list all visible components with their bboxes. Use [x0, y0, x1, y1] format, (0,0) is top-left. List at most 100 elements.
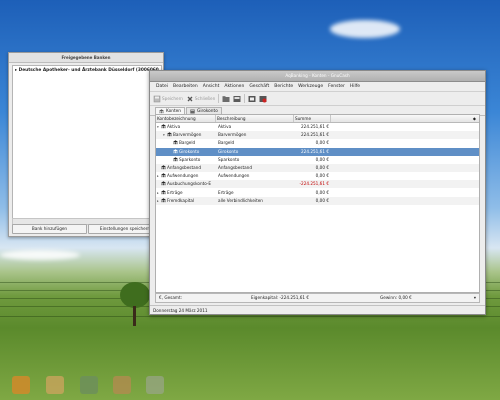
dock-folder-icon[interactable] [46, 376, 64, 394]
account-description: Girokonto [218, 148, 239, 154]
account-name: Bargeld [179, 140, 196, 146]
summary-equity: Eigenkapital: -224.251,61 € [251, 295, 310, 300]
account-name: Barvermögen [173, 132, 202, 138]
account-sum: 0,00 € [315, 197, 329, 203]
dock-chart-icon[interactable] [80, 376, 98, 394]
account-icon [161, 173, 166, 178]
account-name: Aufwendungen [167, 173, 199, 179]
menu-bearbeiten[interactable]: Bearbeiten [173, 84, 198, 89]
account-description: Barvermögen [218, 132, 247, 138]
table-row[interactable]: Anfangsbestand Anfangsbestand 0,00 € [156, 164, 479, 172]
account-name-cell[interactable]: Ausbuchungskonto-E [157, 180, 215, 188]
account-description: Bargeld [218, 140, 235, 146]
account-name-cell[interactable]: ▸ Aufwendungen [157, 172, 215, 180]
account-sum: 0,00 € [315, 140, 329, 146]
save-icon [153, 95, 161, 102]
menu-werkzeuge[interactable]: Werkzeuge [298, 84, 323, 89]
window-title: AqBanking - Konten - GnuCash [150, 71, 485, 82]
account-name-cell[interactable]: Bargeld [169, 139, 215, 147]
open-folder-button[interactable] [222, 95, 230, 103]
table-row[interactable]: Sparkonto Sparkonto 0,00 € [156, 156, 479, 164]
column-header-description[interactable]: Beschreibung [216, 115, 294, 122]
table-row[interactable]: Girokonto Girokonto 224.251,61 € [156, 147, 479, 156]
account-name-cell[interactable]: Sparkonto [169, 156, 215, 164]
account-name: Anfangsbestand [167, 165, 201, 170]
new-account-button[interactable] [248, 95, 256, 103]
account-icon [161, 189, 166, 194]
folder-icon [222, 95, 230, 102]
close-toolbar-button[interactable]: Schließen [186, 95, 215, 103]
dock-settings-icon[interactable] [146, 376, 164, 394]
table-row[interactable]: ▸ Fremdkapital alle Verbindlichkeiten 0,00 … [156, 196, 479, 205]
menu-ansicht[interactable]: Ansicht [203, 84, 220, 89]
account-description: alle Verbindlichkeiten [218, 197, 263, 203]
account-name-cell[interactable]: ▾ Aktiva [157, 123, 215, 131]
table-header: Kontobezeichnung Beschreibung Summe ◆ [156, 115, 479, 123]
account-icon [161, 198, 166, 202]
account-name: Fremdkapital [167, 197, 195, 203]
toolbar: Speichern Schließen [150, 92, 485, 106]
menu-datei[interactable]: Datei [156, 84, 168, 89]
menu-bar: Datei Bearbeiten Ansicht Aktionen Geschä… [150, 82, 485, 92]
menu-berichte[interactable]: Berichte [274, 84, 293, 89]
dock [0, 372, 175, 400]
table-row[interactable]: ▾ Barvermögen Barvermögen 224.251,61 € [156, 131, 479, 140]
bank-list[interactable]: ▸ Deutsche Apotheker- und Ärztebank Düss… [12, 65, 162, 219]
add-bank-button[interactable]: Bank hinzufügen [12, 224, 87, 234]
column-chooser-icon[interactable]: ◆ [473, 115, 476, 122]
dock-calculator-icon[interactable] [113, 376, 131, 394]
account-icon [161, 181, 166, 186]
account-sum: -224.251,61 € [299, 181, 329, 187]
delete-icon [259, 95, 267, 102]
account-description: Aufwendungen [218, 173, 250, 179]
account-description: Sparkonto [218, 156, 240, 162]
account-name-cell[interactable]: ▾ Barvermögen [163, 131, 215, 139]
edit-icon [233, 95, 241, 102]
account-description: Aktiva [218, 124, 232, 129]
menu-geschaeft[interactable]: Geschäft [249, 84, 269, 89]
edit-button[interactable] [233, 95, 241, 103]
menu-hilfe[interactable]: Hilfe [350, 84, 360, 89]
summary-dropdown-icon[interactable]: ▾ [474, 294, 476, 302]
account-name: Sparkonto [179, 156, 201, 162]
account-name: Erträge [167, 189, 183, 195]
account-icon [173, 157, 178, 161]
account-name-cell[interactable]: ▸ Fremdkapital [157, 197, 215, 205]
account-name-cell[interactable]: Girokonto [169, 148, 215, 156]
dock-app-icon[interactable] [12, 376, 30, 394]
account-name: Aktiva [167, 124, 181, 129]
account-name-cell[interactable]: ▸ Erträge [157, 189, 215, 197]
account-sum: 224.251,61 € [301, 132, 329, 138]
account-tree[interactable]: Kontobezeichnung Beschreibung Summe ◆ ▾ A… [155, 114, 480, 293]
delete-account-button[interactable] [259, 95, 267, 103]
account-icon [173, 140, 178, 145]
table-row[interactable]: ▾ Aktiva Aktiva 224.251,61 € [156, 123, 479, 131]
account-sum: 0,00 € [315, 189, 329, 195]
accounts-window: AqBanking - Konten - GnuCash Datei Bearb… [149, 70, 486, 315]
bank-list-item[interactable]: ▸ Deutsche Apotheker- und Ärztebank Düss… [15, 68, 159, 73]
menu-aktionen[interactable]: Aktionen [224, 84, 244, 89]
table-row[interactable]: Ausbuchungskonto-E -224.251,61 € [156, 180, 479, 189]
account-description: Erträge [218, 189, 234, 195]
account-icon [167, 132, 172, 137]
close-icon [187, 96, 193, 101]
column-header-name[interactable]: Kontobezeichnung [156, 115, 216, 122]
account-name-cell[interactable]: Anfangsbestand [157, 164, 215, 172]
account-icon [161, 124, 166, 129]
save-toolbar-button[interactable]: Speichern [153, 95, 183, 103]
table-row[interactable]: ▸ Erträge Erträge 0,00 € [156, 189, 479, 197]
account-icon [248, 95, 256, 102]
account-sum: 0,00 € [315, 173, 329, 179]
table-row[interactable]: ▸ Aufwendungen Aufwendungen 0,00 € [156, 172, 479, 180]
account-name: Girokonto [179, 148, 200, 154]
account-icon [173, 148, 178, 153]
account-sum: 224.251,61 € [301, 148, 329, 154]
status-bar: Donnerstag 24 März 2011 [150, 305, 485, 314]
account-sum: 0,00 € [315, 165, 329, 170]
window-title: Freigegebene Banken [9, 53, 163, 63]
column-header-sum[interactable]: Summe [294, 115, 331, 122]
account-icon [161, 165, 166, 170]
table-row[interactable]: Bargeld Bargeld 0,00 € [156, 139, 479, 147]
menu-fenster[interactable]: Fenster [328, 84, 345, 89]
account-name: Ausbuchungskonto-E [167, 181, 212, 187]
